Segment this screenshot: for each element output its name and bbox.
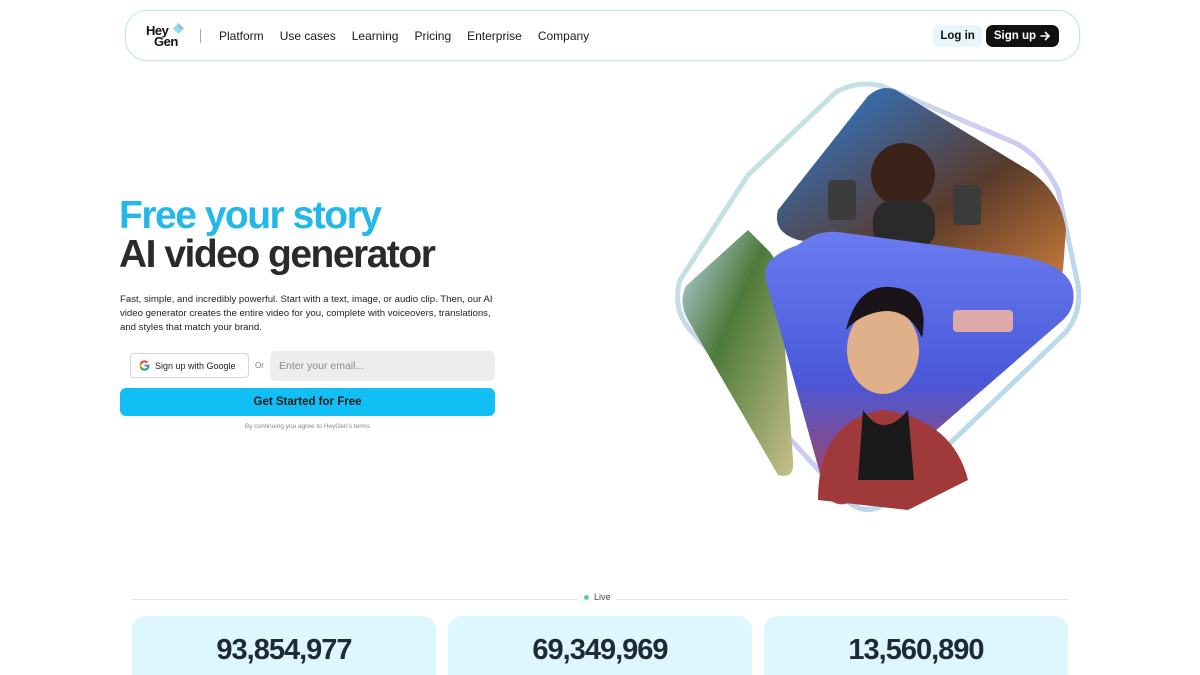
stat-value: 69,349,969 xyxy=(532,634,668,666)
nav-link-pricing[interactable]: Pricing xyxy=(414,29,451,43)
signup-button[interactable]: Sign up xyxy=(985,24,1059,47)
nav-link-learning[interactable]: Learning xyxy=(352,29,399,43)
stat-card: 93,854,977 xyxy=(132,616,436,675)
get-started-button[interactable]: Get Started for Free xyxy=(120,388,495,416)
nav-link-platform[interactable]: Platform xyxy=(219,29,264,43)
google-signup-button[interactable]: Sign up with Google xyxy=(130,353,249,378)
login-button[interactable]: Log in xyxy=(933,24,982,47)
live-indicator: Live xyxy=(578,592,617,602)
nav-link-enterprise[interactable]: Enterprise xyxy=(467,29,522,43)
hero-title-accent: Free your story xyxy=(119,194,382,237)
terms-notice: By continuing you agree to HeyGen's term… xyxy=(244,423,371,430)
google-icon xyxy=(139,360,150,371)
hero-title: AI video generator xyxy=(119,233,436,276)
signup-button-label: Sign up xyxy=(993,29,1036,42)
live-dot-icon xyxy=(584,594,589,600)
hero-description: Fast, simple, and incredibly powerful. S… xyxy=(120,294,493,333)
stat-card: 69,349,969 xyxy=(448,616,752,675)
stat-value: 13,560,890 xyxy=(848,634,984,666)
nav-link-company[interactable]: Company xyxy=(538,29,589,43)
nav-link-use-cases[interactable]: Use cases xyxy=(280,29,336,43)
google-signup-label: Sign up with Google xyxy=(155,360,236,371)
top-navigation: Hey Gen Platform Use cases Learning Pric… xyxy=(125,10,1080,61)
nav-divider xyxy=(200,28,201,43)
nav-links: Platform Use cases Learning Pricing Ente… xyxy=(219,29,605,43)
heygen-logo[interactable]: Hey Gen xyxy=(146,22,186,49)
logo-gem-icon xyxy=(173,22,184,34)
arrow-right-icon xyxy=(1040,31,1051,40)
stat-value: 93,854,977 xyxy=(216,634,352,666)
or-separator: Or xyxy=(255,361,264,370)
live-label: Live xyxy=(594,592,611,602)
logo-text-line2: Gen xyxy=(154,33,178,49)
hero-video-prism-image xyxy=(675,81,1082,512)
email-input[interactable] xyxy=(270,351,495,381)
stat-card: 13,560,890 xyxy=(764,616,1068,675)
